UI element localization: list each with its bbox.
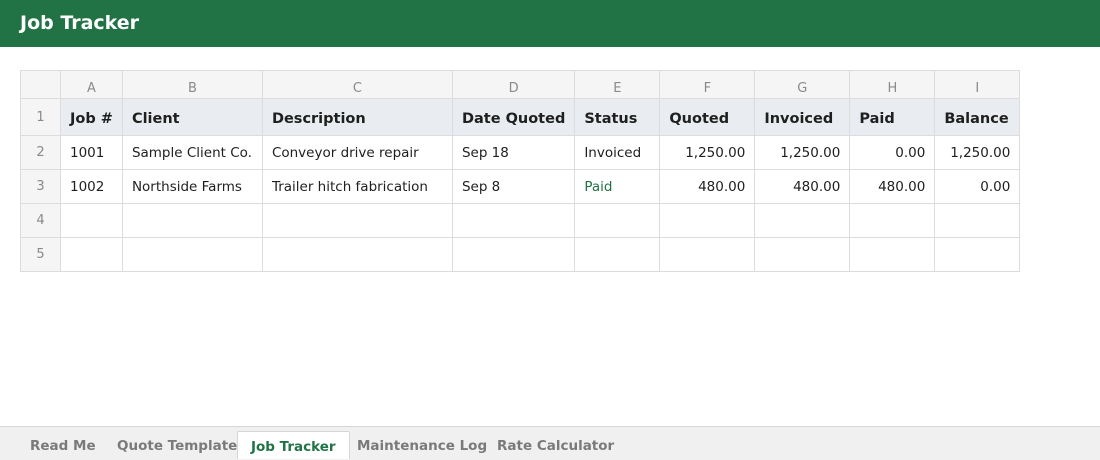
tab-maintenance-log[interactable]: Maintenance Log xyxy=(344,431,500,459)
row-header-3[interactable]: 3 xyxy=(20,169,61,204)
column-header-a[interactable]: A xyxy=(60,70,123,99)
cell-empty[interactable] xyxy=(574,237,661,272)
header-cell-invoiced[interactable]: Invoiced xyxy=(754,98,851,136)
cell-empty[interactable] xyxy=(60,203,123,238)
cell-invoiced[interactable]: 480.00 xyxy=(754,169,851,204)
cell-paid[interactable]: 0.00 xyxy=(849,135,936,170)
cell-client[interactable]: Northside Farms xyxy=(121,169,263,204)
cell-description[interactable]: Conveyor drive repair xyxy=(261,135,453,170)
cell-quoted[interactable]: 1,250.00 xyxy=(659,135,756,170)
header-cell-description[interactable]: Description xyxy=(261,98,453,136)
cell-empty[interactable] xyxy=(121,237,263,272)
cell-empty[interactable] xyxy=(934,237,1021,272)
header-cell-quoted[interactable]: Quoted xyxy=(659,98,756,136)
cell-quoted[interactable]: 480.00 xyxy=(659,169,756,204)
tab-rate-calculator[interactable]: Rate Calculator xyxy=(484,431,627,459)
cell-empty[interactable] xyxy=(754,203,851,238)
app-window: Job Tracker A B C D E F G H I 1 Job # Cl… xyxy=(0,0,1100,460)
row-header-4[interactable]: 4 xyxy=(20,203,61,238)
row-header-1[interactable]: 1 xyxy=(20,98,61,136)
header-cell-paid[interactable]: Paid xyxy=(849,98,936,136)
header-cell-date-quoted[interactable]: Date Quoted xyxy=(451,98,576,136)
header-cell-client[interactable]: Client xyxy=(121,98,263,136)
app-title: Job Tracker xyxy=(20,12,140,34)
column-header-i[interactable]: I xyxy=(934,70,1021,99)
column-header-h[interactable]: H xyxy=(849,70,936,99)
header-cell-balance[interactable]: Balance xyxy=(934,98,1021,136)
cell-empty[interactable] xyxy=(574,203,661,238)
cell-empty[interactable] xyxy=(659,237,756,272)
table-row: 4 xyxy=(20,203,1021,238)
column-header-d[interactable]: D xyxy=(451,70,576,99)
tab-job-tracker[interactable]: Job Tracker xyxy=(237,431,350,459)
cell-paid[interactable]: 480.00 xyxy=(849,169,936,204)
cell-client[interactable]: Sample Client Co. xyxy=(121,135,263,170)
table-row: 2 1001 Sample Client Co. Conveyor drive … xyxy=(20,135,1021,170)
cell-empty[interactable] xyxy=(849,237,936,272)
cell-description[interactable]: Trailer hitch fabrication xyxy=(261,169,453,204)
row-header-2[interactable]: 2 xyxy=(20,135,61,170)
cell-empty[interactable] xyxy=(451,203,576,238)
cell-status[interactable]: Invoiced xyxy=(574,135,661,170)
cell-empty[interactable] xyxy=(261,237,453,272)
table-row: 3 1002 Northside Farms Trailer hitch fab… xyxy=(20,169,1021,204)
cell-empty[interactable] xyxy=(60,237,123,272)
select-all-corner[interactable] xyxy=(20,70,61,99)
header-cell-status[interactable]: Status xyxy=(574,98,661,136)
column-header-row: A B C D E F G H I xyxy=(20,70,1021,99)
cell-invoiced[interactable]: 1,250.00 xyxy=(754,135,851,170)
cell-empty[interactable] xyxy=(754,237,851,272)
cell-status[interactable]: Paid xyxy=(574,169,661,204)
cell-empty[interactable] xyxy=(121,203,263,238)
cell-empty[interactable] xyxy=(261,203,453,238)
header-cell-job-number[interactable]: Job # xyxy=(60,98,123,136)
tab-quote-template[interactable]: Quote Template xyxy=(104,431,250,459)
column-header-b[interactable]: B xyxy=(121,70,263,99)
row-header-5[interactable]: 5 xyxy=(20,237,61,272)
cell-job-number[interactable]: 1001 xyxy=(60,135,123,170)
column-header-g[interactable]: G xyxy=(754,70,851,99)
cell-empty[interactable] xyxy=(849,203,936,238)
spreadsheet-grid: A B C D E F G H I 1 Job # Client Descrip… xyxy=(20,70,1021,272)
cell-date-quoted[interactable]: Sep 8 xyxy=(451,169,576,204)
cell-balance[interactable]: 0.00 xyxy=(934,169,1021,204)
cell-job-number[interactable]: 1002 xyxy=(60,169,123,204)
column-header-e[interactable]: E xyxy=(574,70,661,99)
table-row: 5 xyxy=(20,237,1021,272)
cell-balance[interactable]: 1,250.00 xyxy=(934,135,1021,170)
cell-date-quoted[interactable]: Sep 18 xyxy=(451,135,576,170)
column-header-f[interactable]: F xyxy=(659,70,756,99)
sheet-tab-bar: Read Me Quote Template Job Tracker Maint… xyxy=(0,426,1100,460)
cell-empty[interactable] xyxy=(659,203,756,238)
cell-empty[interactable] xyxy=(934,203,1021,238)
cell-empty[interactable] xyxy=(451,237,576,272)
tab-read-me[interactable]: Read Me xyxy=(17,431,109,459)
title-bar: Job Tracker xyxy=(0,0,1100,47)
column-header-c[interactable]: C xyxy=(261,70,453,99)
table-header-row: 1 Job # Client Description Date Quoted S… xyxy=(20,98,1021,136)
